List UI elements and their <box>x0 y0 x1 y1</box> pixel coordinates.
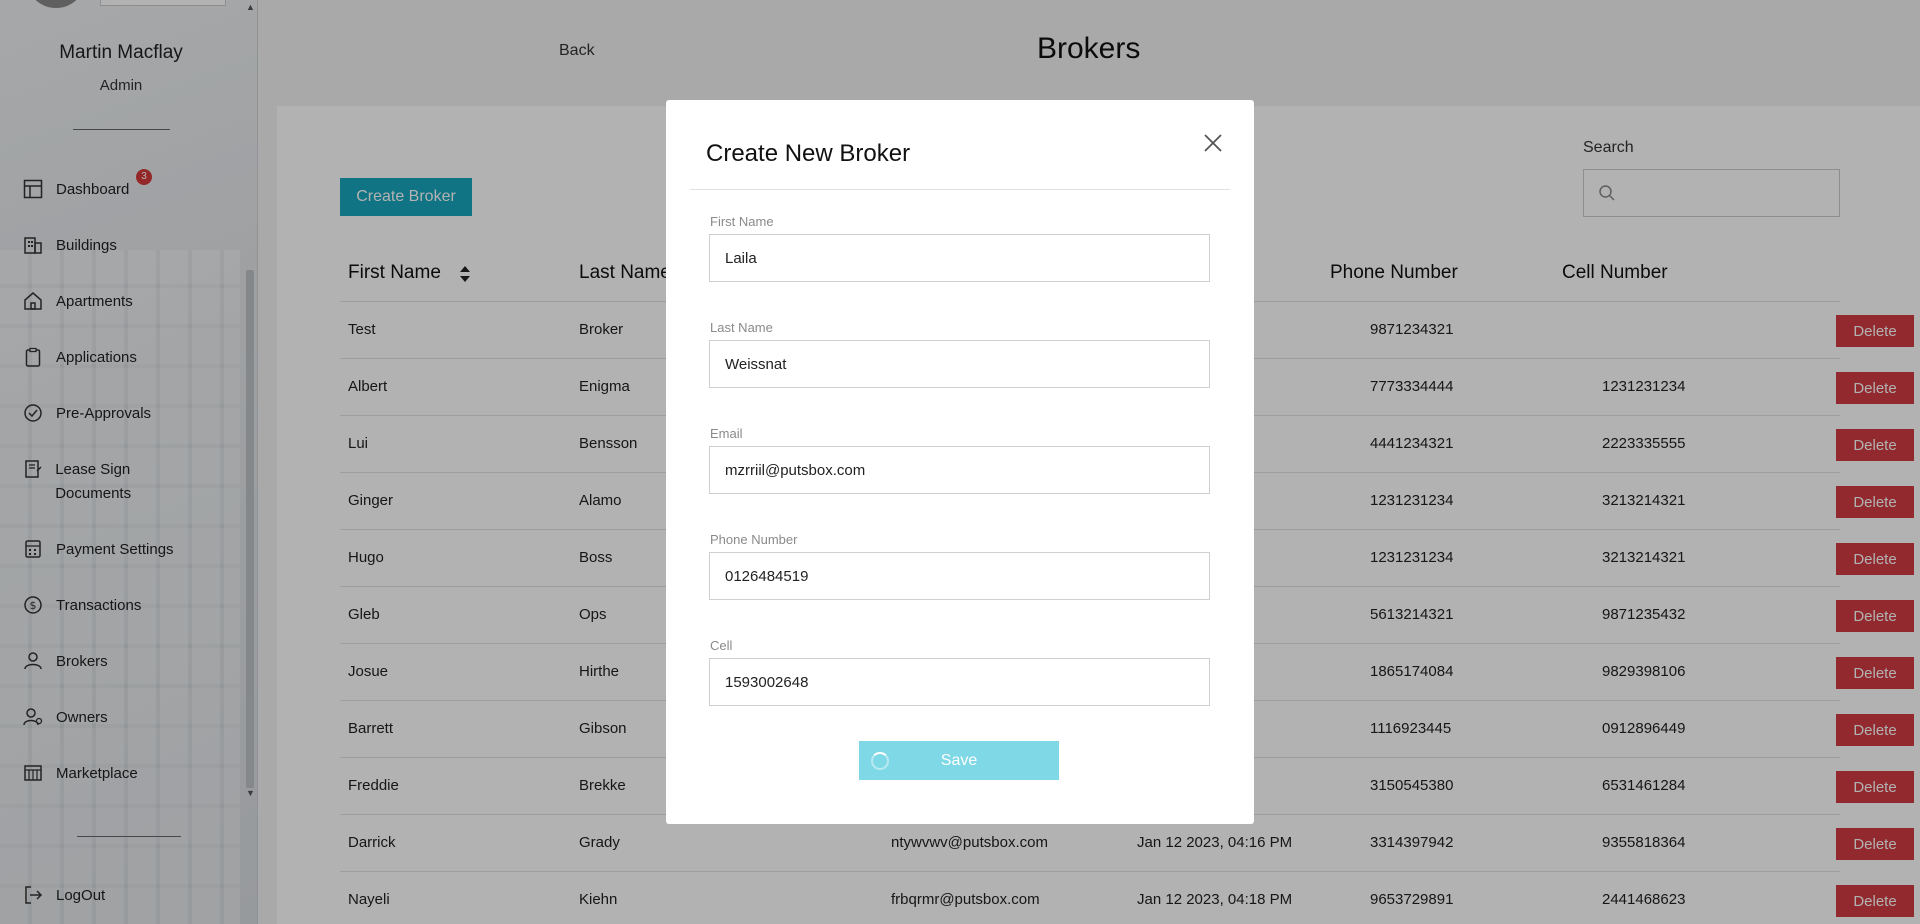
create-broker-modal: Create New Broker First Name Last Name E… <box>666 100 1254 824</box>
first-name-field[interactable] <box>709 234 1210 282</box>
last-name-field[interactable] <box>709 340 1210 388</box>
phone-number-label: Phone Number <box>710 532 798 547</box>
phone-number-field[interactable] <box>709 552 1210 600</box>
email-label: Email <box>710 426 743 441</box>
last-name-label: Last Name <box>710 320 773 335</box>
save-button[interactable]: Save <box>859 741 1059 780</box>
first-name-label: First Name <box>710 214 774 229</box>
modal-divider <box>690 189 1230 190</box>
modal-title: Create New Broker <box>706 140 911 167</box>
cell-label: Cell <box>710 638 733 653</box>
email-field[interactable] <box>709 446 1210 494</box>
save-label: Save <box>940 752 978 769</box>
cell-field[interactable] <box>709 658 1210 706</box>
close-icon[interactable] <box>1200 130 1226 156</box>
